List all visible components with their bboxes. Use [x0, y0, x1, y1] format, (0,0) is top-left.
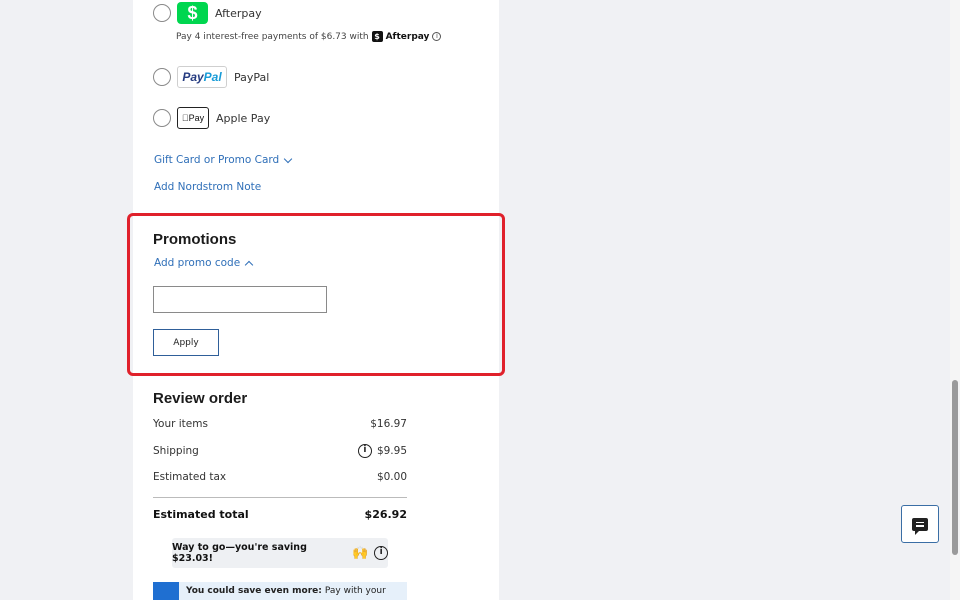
applepay-label: Apple Pay: [216, 111, 271, 125]
afterpay-brand: Afterpay: [385, 31, 430, 42]
promotions-title: Promotions: [153, 231, 237, 248]
paypal-label: PayPal: [234, 70, 270, 84]
chat-button[interactable]: [901, 505, 939, 543]
add-promo-code-label: Add promo code: [154, 257, 241, 269]
scrollbar-thumb[interactable]: [952, 380, 958, 555]
tax-value: $0.00: [376, 471, 407, 483]
payment-option-afterpay[interactable]: $ Afterpay: [153, 2, 262, 24]
divider: [153, 497, 407, 498]
savings-text: Way to go—you're saving $23.03!: [172, 542, 307, 564]
info-icon[interactable]: i: [432, 32, 442, 41]
items-label: Your items: [153, 418, 208, 430]
afterpay-note-text: Pay 4 interest-free payments of $6.73 wi…: [176, 31, 369, 42]
promo-code-input[interactable]: [153, 286, 327, 313]
total-value: $26.92: [364, 508, 407, 521]
chevron-down-icon: [283, 154, 293, 163]
total-label: Estimated total: [153, 508, 249, 521]
paypal-radio[interactable]: [153, 68, 171, 86]
add-promo-code-toggle[interactable]: Add promo code: [154, 257, 254, 269]
afterpay-icon: $: [177, 2, 208, 24]
add-nordstrom-note-link[interactable]: Add Nordstrom Note: [154, 181, 261, 193]
banner-bold: You could save even more:: [186, 586, 322, 596]
items-row: Your items $16.97: [153, 418, 407, 430]
scrollbar[interactable]: [950, 0, 960, 600]
afterpay-note: Pay 4 interest-free payments of $6.73 wi…: [176, 31, 442, 42]
total-row: Estimated total $26.92: [153, 508, 407, 521]
shipping-label: Shipping: [153, 445, 199, 457]
paypal-logo-part-2: Pal: [203, 70, 222, 84]
gift-card-label: Gift Card or Promo Card: [154, 154, 280, 166]
items-value: $16.97: [370, 418, 407, 430]
nordstrom-note-label: Add Nordstrom Note: [154, 181, 262, 193]
applepay-radio[interactable]: [153, 109, 171, 127]
savings-message: Way to go—you're saving $23.03! 🙌 i: [172, 538, 388, 568]
tax-label: Estimated tax: [153, 471, 227, 483]
banner-text: Pay with your: [324, 586, 386, 596]
apply-button[interactable]: Apply: [153, 329, 219, 356]
payment-option-applepay[interactable]: Pay Apple Pay: [153, 107, 270, 129]
info-icon[interactable]: i: [374, 546, 388, 560]
celebrate-icon: 🙌: [352, 545, 369, 561]
afterpay-radio[interactable]: [153, 4, 171, 22]
paypal-logo: Pay Pal: [177, 66, 227, 88]
chat-icon: [912, 517, 928, 535]
save-more-banner: You could save even more: Pay with your: [153, 582, 407, 600]
review-order-title: Review order: [153, 390, 248, 407]
paypal-logo-part-1: Pay: [182, 70, 204, 84]
shipping-row: Shipping i $9.95: [153, 444, 407, 458]
afterpay-badge-icon: $: [371, 31, 383, 42]
shipping-value: $9.95: [376, 445, 407, 457]
card-icon: [153, 582, 179, 600]
payment-option-paypal[interactable]: Pay Pal PayPal: [153, 66, 269, 88]
info-icon[interactable]: i: [357, 444, 372, 458]
tax-row: Estimated tax $0.00: [153, 471, 407, 483]
gift-card-link[interactable]: Gift Card or Promo Card: [154, 154, 293, 166]
chevron-up-icon: [244, 260, 254, 269]
applepay-logo: Pay: [177, 107, 209, 129]
afterpay-label: Afterpay: [215, 6, 262, 20]
